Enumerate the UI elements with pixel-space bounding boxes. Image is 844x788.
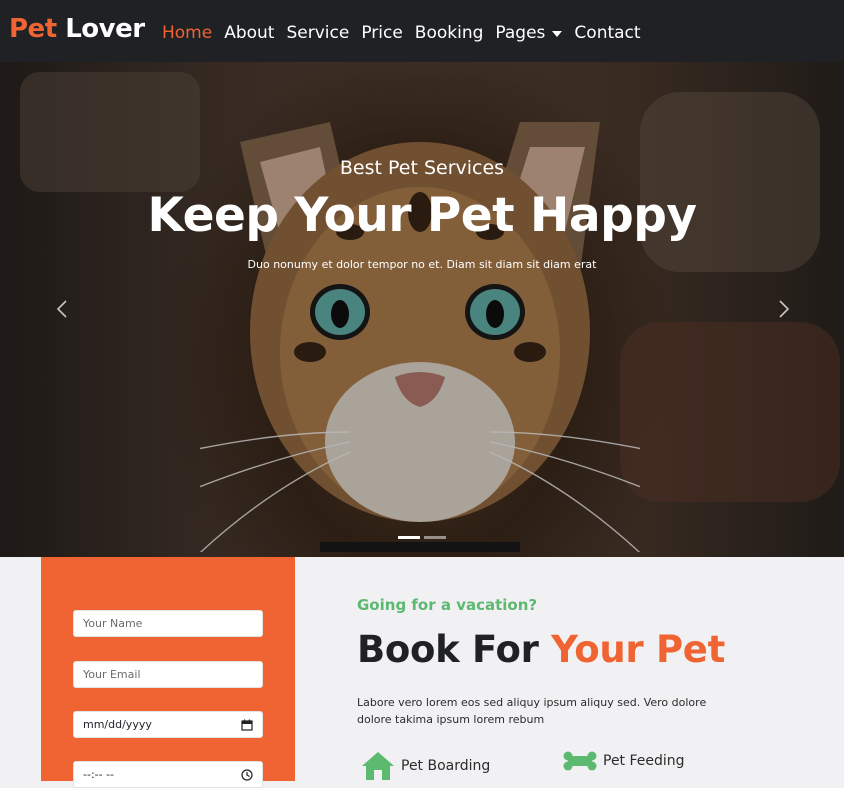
chevron-left-icon[interactable] bbox=[52, 298, 74, 320]
carousel-indicator-2[interactable] bbox=[424, 536, 446, 539]
email-input-placeholder: Your Email bbox=[83, 668, 141, 681]
feature-pet-feeding: Pet Feeding bbox=[563, 751, 685, 771]
house-icon bbox=[362, 752, 394, 780]
name-input-placeholder: Your Name bbox=[83, 617, 143, 630]
feature-pet-boarding: Pet Boarding bbox=[361, 751, 490, 781]
nav-link-price[interactable]: Price bbox=[361, 23, 402, 43]
book-description: Labore vero lorem eos sed aliquy ipsum a… bbox=[357, 696, 707, 726]
carousel-indicators bbox=[398, 536, 446, 539]
clock-icon[interactable] bbox=[241, 769, 253, 781]
nav-link-home[interactable]: Home bbox=[162, 23, 212, 43]
main-nav: Home About Service Price Booking Pages C… bbox=[162, 23, 653, 43]
chevron-right-icon[interactable] bbox=[772, 298, 794, 320]
navbar: Pet Lover Home About Service Price Booki… bbox=[0, 0, 844, 62]
nav-link-about[interactable]: About bbox=[224, 23, 274, 43]
brand-logo[interactable]: Pet Lover bbox=[9, 14, 145, 44]
nav-link-booking[interactable]: Booking bbox=[415, 23, 484, 43]
nav-link-contact[interactable]: Contact bbox=[574, 23, 640, 43]
hero-title: Keep Your Pet Happy bbox=[147, 188, 698, 243]
nav-link-service[interactable]: Service bbox=[286, 23, 349, 43]
brand-part1: Pet bbox=[9, 14, 57, 44]
booking-form: Your Name Your Email mm/dd/yyyy --:-- -- bbox=[41, 557, 295, 788]
nav-link-pages-label: Pages bbox=[495, 23, 546, 43]
email-input[interactable]: Your Email bbox=[73, 661, 263, 688]
calendar-icon[interactable] bbox=[241, 719, 253, 731]
date-input[interactable]: mm/dd/yyyy bbox=[73, 711, 263, 738]
feature-label: Pet Boarding bbox=[401, 758, 491, 774]
hero-description: Duo nonumy et dolor tempor no et. Diam s… bbox=[247, 258, 597, 271]
date-input-placeholder: mm/dd/yyyy bbox=[83, 718, 152, 731]
hero-subtitle: Best Pet Services bbox=[339, 157, 505, 179]
hero-carousel: Best Pet Services Keep Your Pet Happy Du… bbox=[0, 62, 844, 557]
caret-down-icon bbox=[552, 31, 563, 37]
book-title-part2: Your Pet bbox=[551, 628, 725, 671]
bone-icon bbox=[563, 751, 597, 771]
name-input[interactable]: Your Name bbox=[73, 610, 263, 637]
nav-link-pages-dropdown[interactable]: Pages bbox=[495, 23, 563, 43]
feature-label: Pet Feeding bbox=[603, 753, 685, 769]
time-input-placeholder: --:-- -- bbox=[83, 768, 115, 781]
book-title-part1: Book For bbox=[357, 628, 539, 671]
brand-part2: Lover bbox=[65, 14, 145, 44]
book-eyebrow: Going for a vacation? bbox=[357, 596, 538, 614]
book-title: Book For Your Pet bbox=[357, 628, 725, 671]
carousel-indicator-1[interactable] bbox=[398, 536, 420, 539]
time-input[interactable]: --:-- -- bbox=[73, 761, 263, 788]
